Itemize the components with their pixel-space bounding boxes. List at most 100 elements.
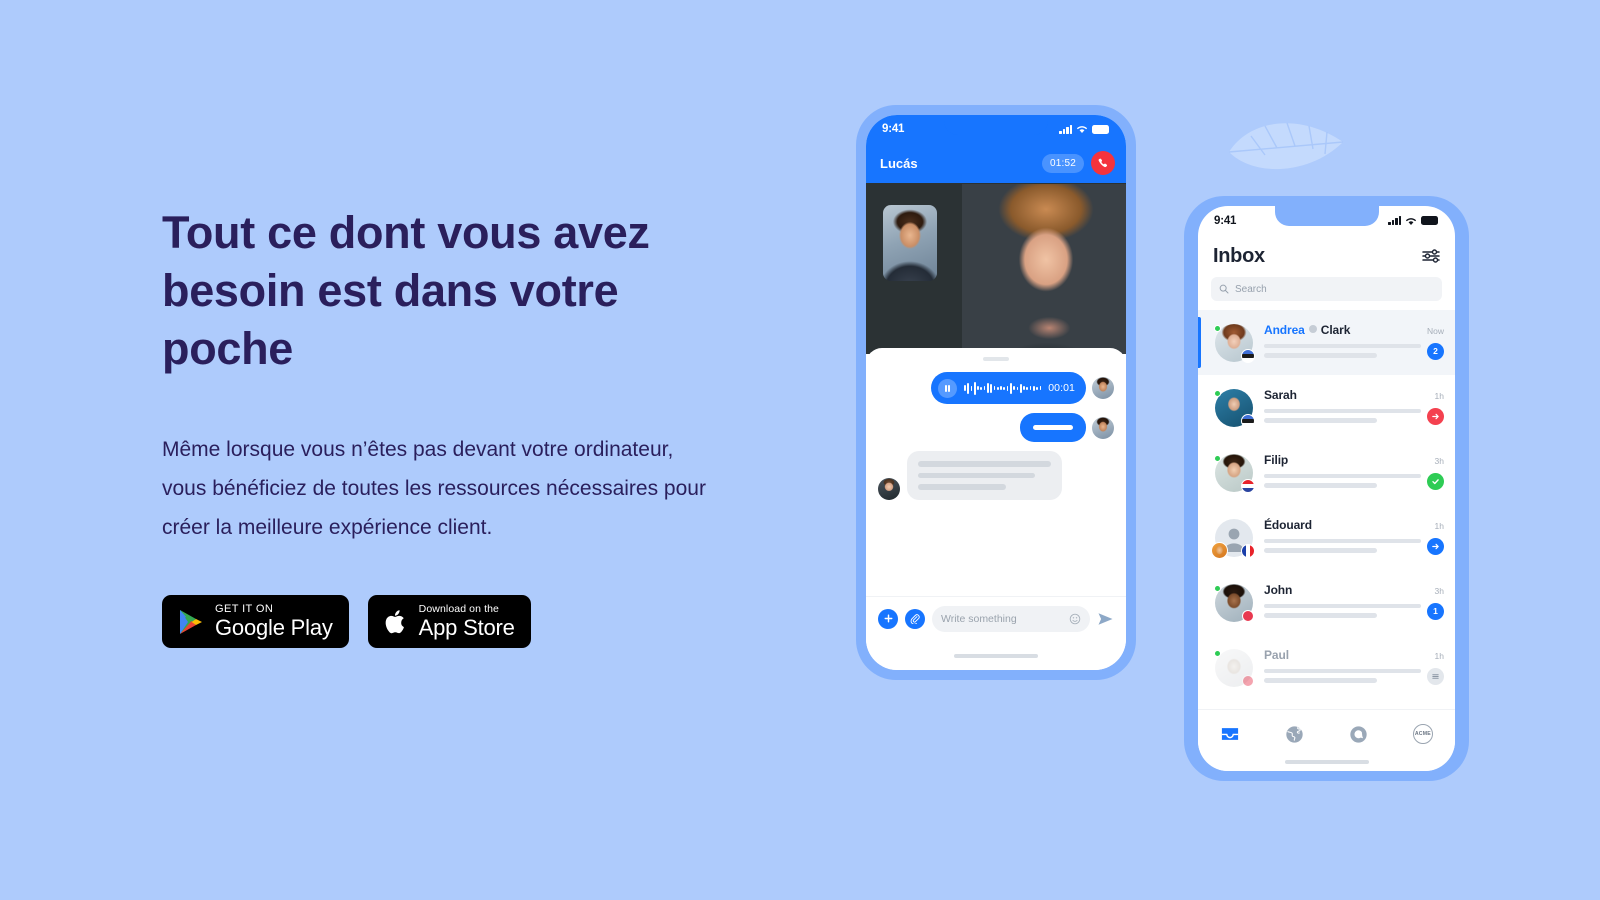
- chat-bubble-icon: [1350, 725, 1367, 743]
- conversation-row[interactable]: Andrea Clark Now 2: [1198, 310, 1455, 375]
- emoji-icon[interactable]: [1069, 613, 1081, 625]
- add-attachment-button[interactable]: [878, 608, 898, 629]
- flag-badge: [1241, 413, 1255, 428]
- inbox-phone-mockup: 9:41 Inbox Search Andrea Clark Now 2 Sar…: [1184, 196, 1469, 781]
- preview-line: [1264, 408, 1421, 413]
- conversation-row[interactable]: Sarah 1h: [1198, 375, 1455, 440]
- conversation-row[interactable]: Édouard 1h: [1198, 505, 1455, 570]
- outgoing-message-bubble[interactable]: [1020, 413, 1086, 442]
- preview-line: [1264, 678, 1378, 683]
- google-play-icon: [180, 609, 202, 634]
- caller-name: Lucás: [880, 155, 918, 171]
- conversation-row[interactable]: Paul 1h: [1198, 635, 1455, 700]
- avatar: [1214, 583, 1254, 622]
- status-badge[interactable]: 2: [1427, 342, 1444, 360]
- status-badge[interactable]: [1427, 667, 1444, 685]
- conversation-row[interactable]: Filip 3h: [1198, 440, 1455, 505]
- status-badge[interactable]: [1427, 537, 1444, 555]
- message-list: 00:01: [866, 372, 1126, 509]
- message-row-voice: 00:01: [878, 372, 1114, 404]
- signal-bars-icon: [1388, 216, 1401, 225]
- search-input[interactable]: Search: [1211, 277, 1442, 301]
- preview-line: [1264, 603, 1421, 608]
- conversation-list[interactable]: Andrea Clark Now 2 Sarah 1h Filip 3h Édouard 1h Jo…: [1198, 310, 1455, 709]
- inbox-phone-screen: 9:41 Inbox Search Andrea Clark Now 2 Sar…: [1198, 206, 1455, 771]
- sheet-grabber[interactable]: [983, 357, 1009, 361]
- conversation-body: Filip: [1264, 453, 1427, 493]
- conversation-time: 1h: [1434, 650, 1444, 661]
- globe-icon: [1286, 725, 1303, 743]
- home-indicator: [1284, 760, 1369, 764]
- preview-line: [1264, 353, 1378, 358]
- store-badges: GET IT ON Google Play Download on the Ap…: [162, 595, 722, 648]
- incoming-message-bubble[interactable]: [907, 451, 1062, 500]
- signal-bars-icon: [1059, 124, 1072, 134]
- conversation-time: Now: [1426, 325, 1444, 336]
- conversation-time: 3h: [1434, 585, 1444, 596]
- search-placeholder: Search: [1235, 283, 1267, 295]
- filter-sliders-icon[interactable]: [1422, 249, 1440, 263]
- online-indicator: [1214, 584, 1221, 592]
- inbox-tray-icon: [1222, 728, 1239, 740]
- call-phone-screen: 9:41 Lucás 01:52 00:01 Write something: [866, 115, 1126, 670]
- avatar: [1092, 416, 1114, 439]
- conversation-meta: 3h: [1427, 456, 1444, 490]
- voice-duration: 00:01: [1048, 382, 1075, 394]
- app-store-button[interactable]: Download on the App Store: [367, 595, 531, 648]
- wifi-icon: [1406, 217, 1416, 225]
- avatar: [1214, 453, 1255, 493]
- search-icon: [1219, 284, 1229, 294]
- status-icons: [1388, 216, 1438, 226]
- hero-copy: Tout ce dont vous avez besoin est dans v…: [162, 204, 722, 648]
- battery-icon: [1092, 124, 1109, 134]
- pause-icon[interactable]: [938, 378, 958, 398]
- status-time: 9:41: [1214, 214, 1237, 227]
- chat-sheet: 00:01 Write something: [866, 348, 1126, 670]
- paperclip-button[interactable]: [905, 608, 925, 629]
- online-indicator: [1214, 649, 1221, 657]
- status-badge[interactable]: 1: [1427, 602, 1444, 620]
- conversation-row[interactable]: John 3h 1: [1198, 570, 1455, 635]
- conversation-time: 3h: [1434, 455, 1444, 466]
- paperclip-icon: [910, 613, 920, 624]
- tab-inbox[interactable]: [1219, 723, 1241, 745]
- teammate-avatar-badge: [1211, 541, 1228, 559]
- status-badge[interactable]: [1427, 472, 1444, 490]
- conversation-meta: Now 2: [1427, 326, 1444, 360]
- wifi-icon: [1077, 126, 1087, 133]
- avatar: [1211, 518, 1255, 559]
- avatar: [878, 477, 900, 500]
- status-badge: [1242, 609, 1254, 622]
- google-play-button[interactable]: GET IT ON Google Play: [162, 595, 349, 648]
- hero-subcopy: Même lorsque vous n’êtes pas devant votr…: [162, 438, 706, 539]
- voice-message-bubble[interactable]: 00:01: [931, 372, 1086, 404]
- conversation-meta: 3h 1: [1427, 586, 1444, 620]
- conversation-time: 1h: [1434, 390, 1444, 401]
- acme-logo-icon: ACME: [1412, 724, 1433, 744]
- flag-badge: [1241, 348, 1255, 363]
- avatar: [1214, 323, 1255, 363]
- conversation-name: John: [1264, 582, 1293, 597]
- video-call-feed[interactable]: [866, 183, 1126, 354]
- flag-badge: [1241, 478, 1255, 493]
- tab-globe[interactable]: [1283, 723, 1305, 745]
- status-badge: [1242, 674, 1254, 687]
- message-row-text: [878, 413, 1114, 442]
- tab-chat[interactable]: [1348, 723, 1370, 745]
- notch: [944, 115, 1048, 135]
- apple-icon: [385, 609, 404, 633]
- self-view-video[interactable]: [883, 205, 937, 281]
- status-badge[interactable]: [1427, 407, 1444, 425]
- conversation-name: Filip: [1264, 452, 1289, 467]
- app-store-big-label: App Store: [418, 615, 515, 640]
- avatar: [1214, 388, 1255, 428]
- hangup-button[interactable]: [1091, 151, 1115, 175]
- phone-icon: [1098, 158, 1108, 168]
- conversation-name: Édouard: [1264, 517, 1312, 532]
- conversation-time: 1h: [1434, 520, 1444, 531]
- tab-acme[interactable]: ACME: [1412, 723, 1434, 745]
- conversation-name: Andrea Clark: [1264, 322, 1351, 337]
- send-button[interactable]: [1097, 612, 1114, 626]
- message-input[interactable]: Write something: [932, 605, 1090, 632]
- avatar: [1092, 377, 1114, 399]
